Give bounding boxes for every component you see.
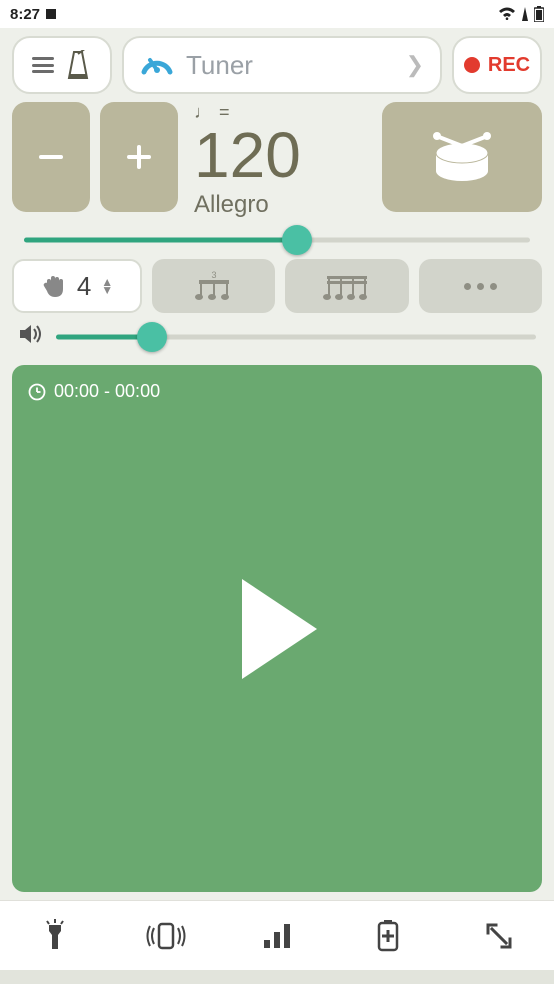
fullscreen-button[interactable] (477, 914, 521, 958)
tempo-slider[interactable] (0, 227, 554, 259)
status-bar: 8:27 (0, 0, 554, 28)
play-icon (227, 574, 327, 684)
slider-thumb[interactable] (282, 225, 312, 255)
triplet-notes-icon: 3 (189, 270, 239, 302)
play-button[interactable] (227, 574, 327, 684)
stepper-arrows-icon: ▲▼ (101, 278, 113, 295)
timer-text: 00:00 - 00:00 (54, 381, 160, 402)
battery-saver-button[interactable] (366, 914, 410, 958)
svg-text:3: 3 (211, 270, 216, 280)
subdivision-triplet-button[interactable]: 3 (152, 259, 275, 313)
signal-icon (522, 7, 528, 21)
sixteenth-notes-icon (319, 270, 375, 302)
subdivision-sixteenth-button[interactable] (285, 259, 408, 313)
beats-count: 4 (77, 271, 91, 302)
pattern-row: 4 ▲▼ 3 (0, 259, 554, 323)
volume-row (0, 323, 554, 365)
tuner-button[interactable]: Tuner ❯ (122, 36, 442, 94)
flash-toggle-button[interactable] (33, 914, 77, 958)
status-app-icon (46, 9, 56, 19)
clock-icon (28, 383, 46, 401)
flashlight-icon (40, 919, 70, 953)
tempo-bpm: 120 (194, 123, 372, 187)
bar-chart-icon (262, 922, 292, 950)
battery-plus-icon (377, 920, 399, 952)
vibrate-icon (146, 920, 186, 952)
battery-icon (534, 6, 544, 22)
menu-button[interactable] (12, 36, 112, 94)
metronome-icon (64, 50, 92, 80)
drum-icon (427, 127, 497, 187)
gauge-icon (140, 48, 174, 82)
record-label: REC (488, 54, 530, 77)
play-area[interactable]: 00:00 - 00:00 (12, 365, 542, 892)
tempo-name: Allegro (194, 191, 372, 219)
volume-slider[interactable] (56, 328, 536, 346)
record-button[interactable]: REC (452, 36, 542, 94)
stats-button[interactable] (255, 914, 299, 958)
tempo-display[interactable]: ♩ = 120 Allegro (188, 102, 372, 219)
top-bar: Tuner ❯ REC (0, 28, 554, 102)
beats-per-measure-button[interactable]: 4 ▲▼ (12, 259, 142, 313)
bottom-spacer (0, 970, 554, 984)
tempo-decrease-button[interactable] (12, 102, 90, 212)
slider-fill (24, 238, 297, 243)
record-dot-icon (464, 57, 480, 73)
tuner-label: Tuner (186, 50, 253, 81)
chevron-right-icon: ❯ (406, 52, 424, 78)
practice-timer: 00:00 - 00:00 (28, 381, 160, 402)
hamburger-icon (32, 57, 54, 73)
tempo-controls: ♩ = 120 Allegro (0, 102, 554, 227)
tempo-increase-button[interactable] (100, 102, 178, 212)
status-time: 8:27 (10, 6, 40, 23)
volume-icon (18, 323, 42, 351)
slider-thumb[interactable] (137, 322, 167, 352)
more-dots-icon (464, 283, 497, 290)
expand-icon (484, 921, 514, 951)
bottom-toolbar (0, 900, 554, 970)
more-subdivisions-button[interactable] (419, 259, 542, 313)
vibrate-toggle-button[interactable] (144, 914, 188, 958)
wifi-icon (498, 7, 516, 21)
hand-icon (41, 273, 67, 299)
sound-select-button[interactable] (382, 102, 542, 212)
